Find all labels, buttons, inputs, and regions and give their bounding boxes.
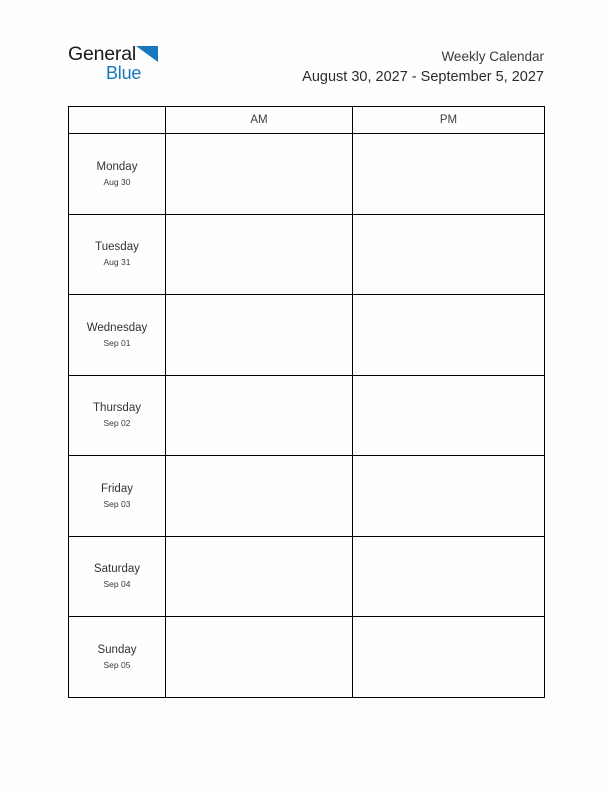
day-date: Sep 01 bbox=[103, 337, 131, 348]
day-name: Sunday bbox=[97, 643, 137, 656]
pm-slot-saturday[interactable] bbox=[352, 535, 545, 617]
day-date: Sep 05 bbox=[103, 659, 131, 670]
pm-slot-monday[interactable] bbox=[352, 133, 545, 215]
day-cell-saturday: Saturday Sep 04 bbox=[68, 535, 166, 617]
day-cell-sunday: Sunday Sep 05 bbox=[68, 616, 166, 698]
page-title: Weekly Calendar bbox=[441, 49, 544, 64]
day-cell-friday: Friday Sep 03 bbox=[68, 455, 166, 537]
logo-text-blue: Blue bbox=[106, 63, 142, 83]
table-row: Friday Sep 03 bbox=[68, 455, 545, 537]
table-row: Monday Aug 30 bbox=[68, 133, 545, 215]
day-date: Sep 03 bbox=[103, 498, 131, 509]
table-row: Tuesday Aug 31 bbox=[68, 213, 545, 295]
day-cell-thursday: Thursday Sep 02 bbox=[68, 374, 166, 456]
am-slot-thursday[interactable] bbox=[165, 374, 353, 456]
day-name: Wednesday bbox=[86, 321, 148, 334]
am-slot-friday[interactable] bbox=[165, 455, 353, 537]
day-cell-wednesday: Wednesday Sep 01 bbox=[68, 294, 166, 376]
header-cell-pm: PM bbox=[352, 106, 545, 134]
day-cell-monday: Monday Aug 30 bbox=[68, 133, 166, 215]
table-row: Sunday Sep 05 bbox=[68, 616, 545, 698]
calendar-page: General Blue Weekly Calendar August 30, … bbox=[0, 0, 612, 792]
day-date: Sep 04 bbox=[103, 579, 131, 590]
am-slot-monday[interactable] bbox=[165, 133, 353, 215]
page-header: General Blue Weekly Calendar August 30, … bbox=[68, 44, 544, 96]
pm-slot-tuesday[interactable] bbox=[352, 213, 545, 295]
logo-top-row: General bbox=[68, 44, 158, 64]
blue-triangle-icon bbox=[135, 46, 158, 62]
am-slot-saturday[interactable] bbox=[165, 535, 353, 617]
day-name: Thursday bbox=[93, 402, 141, 415]
header-cell-day bbox=[68, 106, 166, 134]
day-name: Friday bbox=[101, 482, 133, 495]
pm-slot-wednesday[interactable] bbox=[352, 294, 545, 376]
table-header-row: AM PM bbox=[68, 106, 545, 134]
table-row: Saturday Sep 04 bbox=[68, 535, 545, 617]
weekly-calendar-table: AM PM Monday Aug 30 Tuesday Aug 31 Wedne… bbox=[68, 106, 545, 698]
pm-slot-sunday[interactable] bbox=[352, 616, 545, 698]
day-name: Monday bbox=[96, 160, 138, 173]
logo-text-general: General bbox=[68, 43, 136, 65]
header-cell-am: AM bbox=[165, 106, 353, 134]
title-block: Weekly Calendar August 30, 2027 - Septem… bbox=[302, 44, 544, 87]
am-slot-wednesday[interactable] bbox=[165, 294, 353, 376]
date-range: August 30, 2027 - September 5, 2027 bbox=[302, 69, 544, 85]
day-name: Tuesday bbox=[95, 241, 139, 254]
day-date: Aug 30 bbox=[103, 176, 131, 187]
day-name: Saturday bbox=[93, 563, 141, 576]
am-slot-sunday[interactable] bbox=[165, 616, 353, 698]
pm-slot-friday[interactable] bbox=[352, 455, 545, 537]
am-slot-tuesday[interactable] bbox=[165, 213, 353, 295]
day-cell-tuesday: Tuesday Aug 31 bbox=[68, 213, 166, 295]
general-blue-logo[interactable]: General Blue bbox=[68, 44, 188, 90]
table-row: Thursday Sep 02 bbox=[68, 374, 545, 456]
day-date: Aug 31 bbox=[103, 257, 131, 268]
pm-slot-thursday[interactable] bbox=[352, 374, 545, 456]
table-row: Wednesday Sep 01 bbox=[68, 294, 545, 376]
day-date: Sep 02 bbox=[103, 418, 131, 429]
